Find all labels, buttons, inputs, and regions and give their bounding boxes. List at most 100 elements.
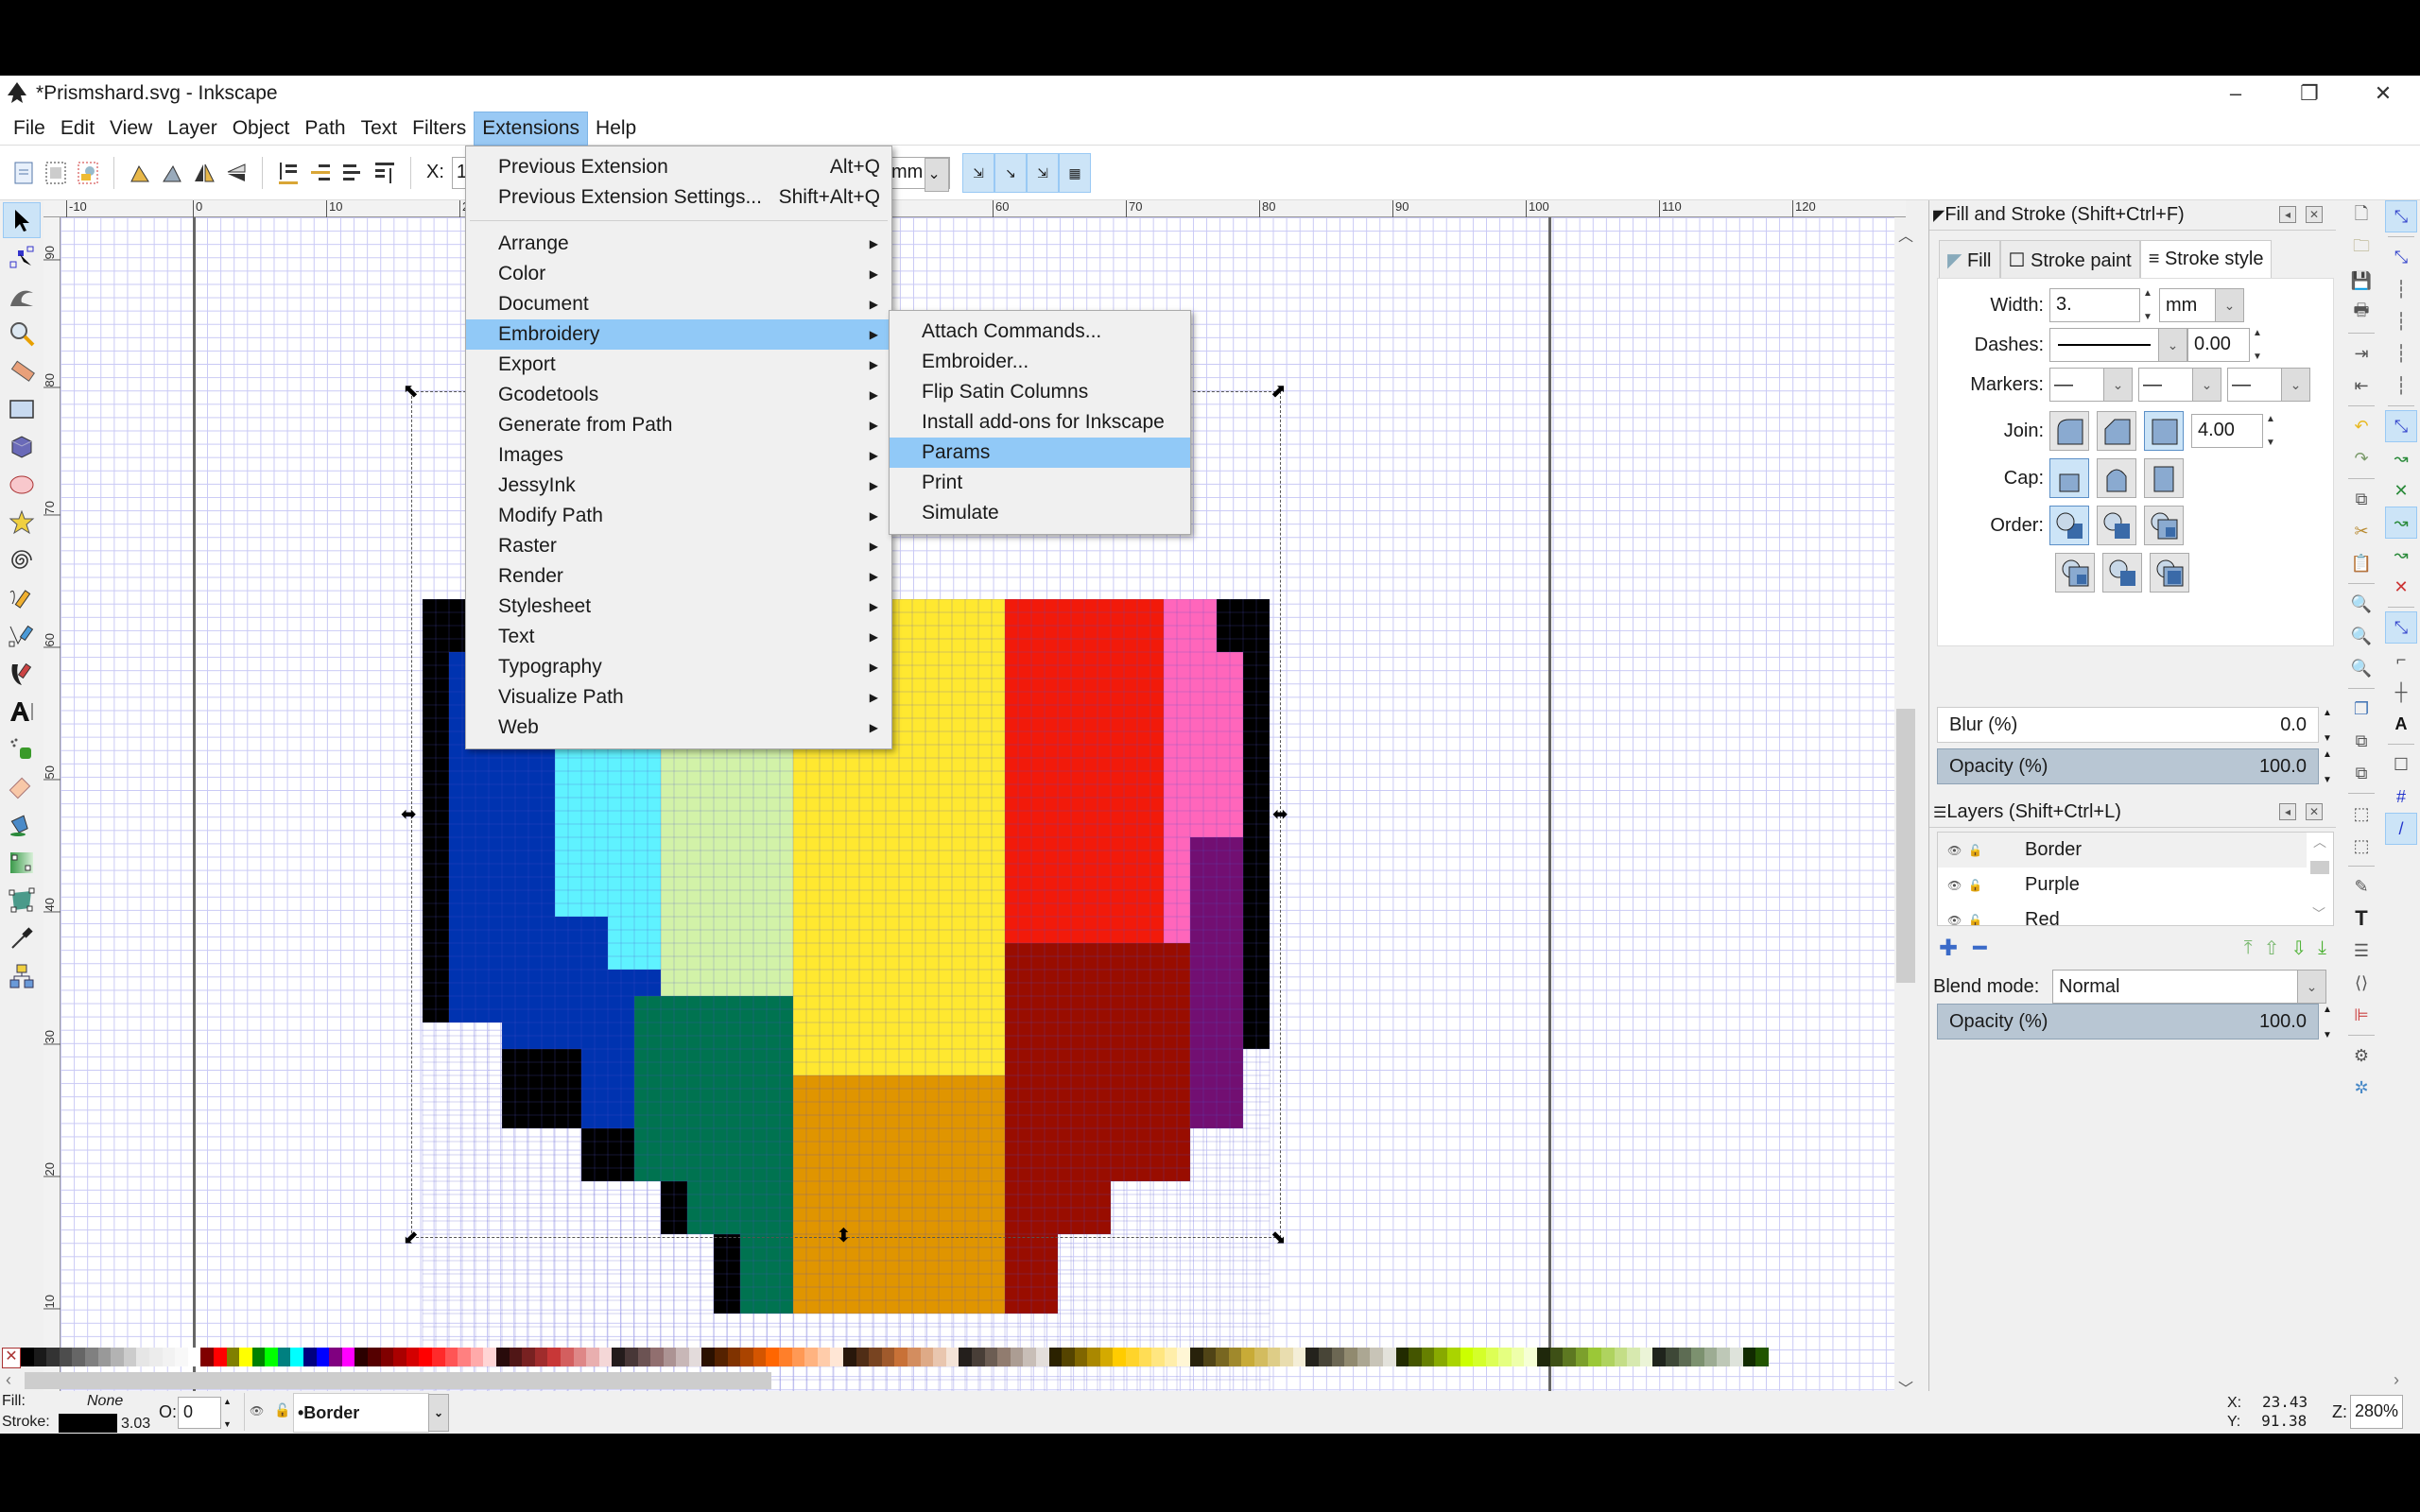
palette-swatch[interactable] (1666, 1348, 1679, 1366)
unlock-icon[interactable]: 🔓 (1968, 879, 1989, 892)
palette-swatch[interactable] (650, 1348, 664, 1366)
palette-swatch[interactable] (1601, 1348, 1615, 1366)
panel-close-button[interactable]: ✕ (2306, 206, 2323, 223)
palette-swatch[interactable] (33, 1348, 47, 1366)
document-properties-icon[interactable]: ⚙ (2345, 1040, 2377, 1072)
order-stroke-fill-markers-button[interactable] (2097, 506, 2136, 545)
snap-bbox-icon[interactable]: ⤡ (2385, 241, 2417, 273)
palette-swatch[interactable] (251, 1348, 266, 1366)
horizontal-ruler[interactable]: -10 0 10 20 30 40 50 60 70 80 90 100 110… (43, 200, 1906, 217)
lower-icon[interactable] (306, 159, 335, 187)
text-font-dialog-icon[interactable]: T (2345, 902, 2377, 935)
menu-item-flip-satin-columns[interactable]: Flip Satin Columns (890, 377, 1190, 407)
raise-layer-button[interactable]: ⇧ (2264, 936, 2280, 960)
palette-swatch[interactable] (136, 1348, 149, 1366)
eye-icon[interactable]: 👁 (1947, 844, 1968, 857)
blur-slider[interactable]: Blur (%) 0.0 ▲ ▼ (1937, 707, 2332, 744)
open-icon[interactable]: 🗀 (2345, 232, 2377, 265)
no-paint-swatch[interactable]: ✕ (2, 1348, 21, 1368)
palette-swatch[interactable] (148, 1348, 163, 1366)
palette-swatch[interactable] (1460, 1348, 1474, 1366)
bevel-join-button[interactable] (2097, 411, 2136, 451)
palette-swatch[interactable] (432, 1348, 445, 1366)
palette-swatch[interactable] (869, 1348, 882, 1366)
palette-swatch[interactable] (522, 1348, 535, 1366)
palette-swatch[interactable] (1331, 1348, 1345, 1366)
tab-fill[interactable]: ◤ Fill (1939, 240, 2000, 278)
palette-swatch[interactable] (59, 1348, 73, 1366)
remove-layer-button[interactable]: ━ (1973, 935, 1986, 962)
palette-swatch[interactable] (111, 1348, 124, 1366)
layer-row[interactable]: 👁 🔓 Border (1938, 833, 2333, 868)
snap-text-baseline-icon[interactable]: A (2385, 708, 2417, 740)
fill-stroke-dialog-icon[interactable]: ✎ (2345, 870, 2377, 902)
lower-to-bottom-icon[interactable] (274, 159, 302, 187)
palette-swatch[interactable] (830, 1348, 843, 1366)
palette-swatch[interactable] (1099, 1348, 1114, 1366)
measure-tool-icon[interactable] (3, 353, 41, 389)
palette-swatch[interactable] (1344, 1348, 1357, 1366)
spray-tool-icon[interactable] (3, 731, 41, 767)
selector-tool-icon[interactable] (3, 202, 41, 238)
stroke-width-value[interactable]: 3.03 (121, 1416, 150, 1433)
eye-icon[interactable]: 👁 (1947, 879, 1968, 892)
palette-swatch[interactable] (1627, 1348, 1640, 1366)
palette-swatch[interactable] (984, 1348, 998, 1366)
palette-swatch[interactable] (1318, 1348, 1332, 1366)
scroll-down-icon[interactable]: ﹀ (2312, 904, 2325, 923)
snap-paths-icon[interactable]: ↝ (2385, 442, 2417, 474)
fill-value[interactable]: None (87, 1393, 123, 1410)
menu-extensions[interactable]: Extensions (474, 111, 589, 146)
square-cap-button[interactable] (2144, 458, 2184, 498)
menu-item-install-add-ons-for-inkscape[interactable]: Install add-ons for Inkscape (890, 407, 1190, 438)
palette-swatch[interactable] (213, 1348, 227, 1366)
scale-handle-s[interactable]: ⬍ (836, 1227, 852, 1246)
panel-iconify-button[interactable]: ◂ (2279, 206, 2296, 223)
scale-handle-ne[interactable]: ⬈ (1270, 382, 1287, 401)
order-markers-fill-stroke-button[interactable] (2055, 553, 2095, 593)
palette-swatch[interactable] (881, 1348, 895, 1366)
connector-tool-icon[interactable] (3, 958, 41, 994)
menu-item-render[interactable]: Render ▶ (466, 561, 891, 592)
opacity-spinner[interactable]: ▲ ▼ (2320, 749, 2335, 785)
unlink-clone-icon[interactable]: ⧉ (2345, 757, 2377, 789)
lower-layer-to-bottom-button[interactable]: ⤓ (2318, 937, 2326, 959)
menu-path[interactable]: Path (297, 112, 353, 145)
flip-vertical-icon[interactable] (222, 159, 251, 187)
dash-offset-spinner[interactable]: ▲ ▼ (2250, 328, 2265, 362)
zoom-tool-icon[interactable] (3, 316, 41, 352)
palette-swatch[interactable] (290, 1348, 304, 1366)
palette-swatch[interactable] (1485, 1348, 1499, 1366)
text-tool-icon[interactable] (3, 694, 41, 730)
palette-swatch[interactable] (598, 1348, 613, 1366)
menu-item-embroider[interactable]: Embroider... (890, 347, 1190, 377)
new-document-icon[interactable]: 🗋 (2345, 200, 2377, 232)
palette-swatch[interactable] (573, 1348, 587, 1366)
palette-swatch[interactable] (1524, 1348, 1538, 1366)
palette-swatch[interactable] (1549, 1348, 1564, 1366)
panel-iconify-button[interactable]: ◂ (2279, 803, 2296, 820)
menu-layer[interactable]: Layer (160, 112, 225, 145)
palette-swatch[interactable] (1755, 1348, 1769, 1366)
miter-limit-spinner[interactable]: ▲ ▼ (2263, 414, 2278, 448)
palette-swatch[interactable] (1678, 1348, 1692, 1366)
xml-editor-icon[interactable]: ⟨⟩ (2345, 967, 2377, 999)
restore-button[interactable]: ❐ (2273, 76, 2346, 112)
palette-swatch[interactable] (277, 1348, 291, 1366)
move-gradients-toggle[interactable]: ⇲ (1027, 153, 1059, 193)
palette-swatch[interactable] (1717, 1348, 1730, 1366)
import-icon[interactable]: ⇥ (2345, 337, 2377, 369)
palette-swatch[interactable] (1691, 1348, 1704, 1366)
palette-swatch[interactable] (534, 1348, 548, 1366)
palette-swatch[interactable] (663, 1348, 677, 1366)
order-markers-stroke-fill-button[interactable] (2150, 553, 2189, 593)
scroll-thumb[interactable] (2310, 861, 2329, 874)
end-marker-select[interactable]: — ⌄ (2227, 368, 2310, 402)
palette-swatch[interactable] (187, 1348, 201, 1366)
order-fill-stroke-markers-button[interactable] (2049, 506, 2089, 545)
palette-swatch[interactable] (509, 1348, 523, 1366)
palette-swatch[interactable] (727, 1348, 741, 1366)
palette-scrollbar[interactable]: ‹ › (0, 1370, 2420, 1391)
palette-swatch[interactable] (1280, 1348, 1293, 1366)
ungroup-icon[interactable]: ⬚ (2345, 830, 2377, 862)
